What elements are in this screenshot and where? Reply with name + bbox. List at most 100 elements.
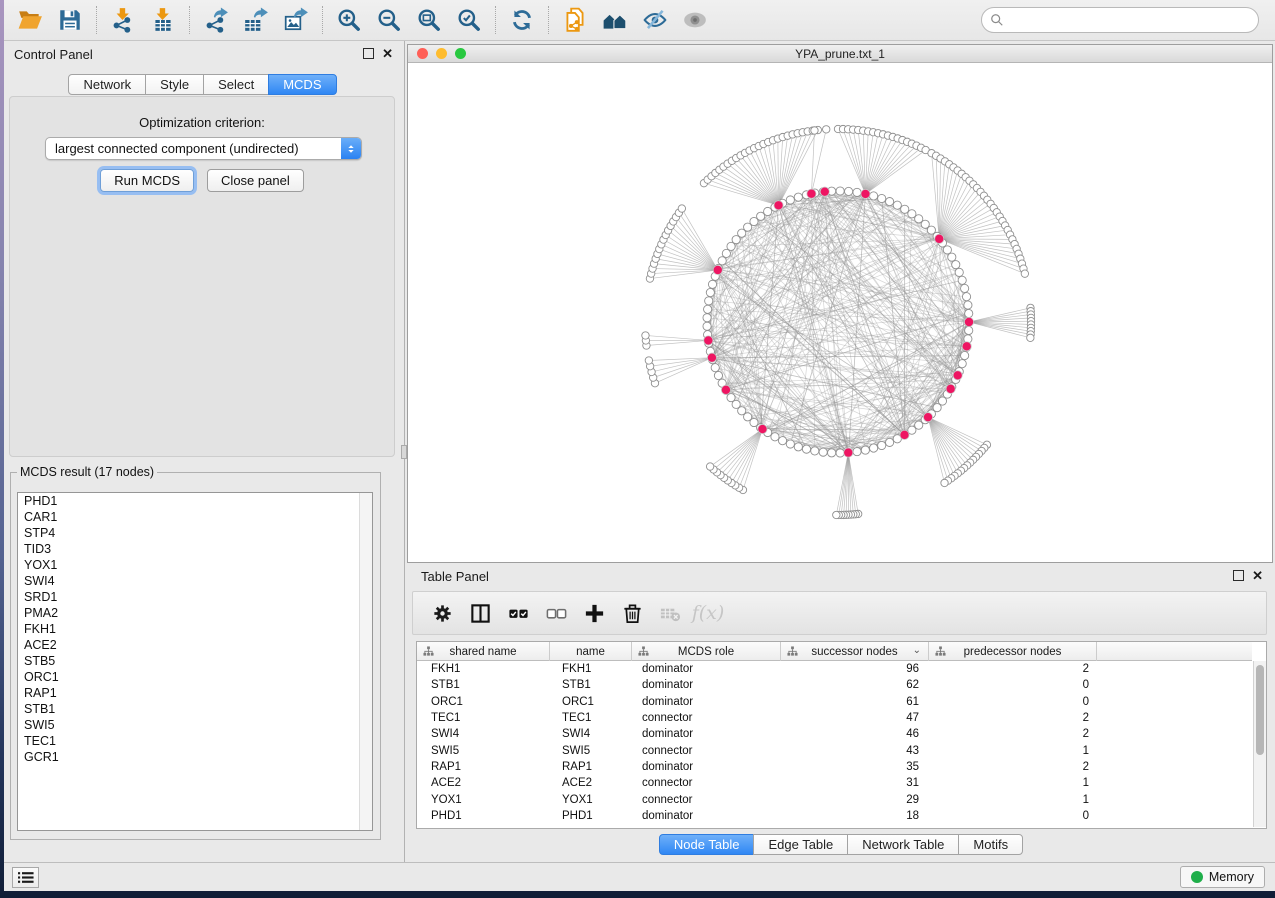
- zoom-out-button[interactable]: [369, 3, 409, 37]
- tab-network[interactable]: Network: [68, 74, 146, 95]
- mcds-hub-node[interactable]: [861, 189, 870, 198]
- result-list-scrollbar[interactable]: [359, 493, 372, 830]
- tab-select[interactable]: Select: [203, 74, 269, 95]
- column-header-MCDS-role[interactable]: MCDS role: [632, 642, 781, 661]
- network-node[interactable]: [878, 441, 886, 449]
- table-row[interactable]: ACE2ACE2connector311: [417, 775, 1252, 791]
- show-columns-button[interactable]: [465, 597, 495, 629]
- network-node[interactable]: [714, 371, 722, 379]
- result-list-item[interactable]: TID3: [18, 541, 372, 557]
- table-settings-button[interactable]: [427, 597, 457, 629]
- network-leaf-node[interactable]: [642, 332, 649, 339]
- mcds-result-list[interactable]: PHD1CAR1STP4TID3YOX1SWI4SRD1PMA2FKH1ACE2…: [17, 492, 373, 831]
- network-window-titlebar[interactable]: YPA_prune.txt_1: [408, 45, 1272, 63]
- import-table-button[interactable]: [143, 3, 183, 37]
- network-canvas[interactable]: [408, 63, 1272, 562]
- network-node[interactable]: [943, 246, 951, 254]
- network-node[interactable]: [844, 187, 852, 195]
- network-leaf-node[interactable]: [645, 357, 652, 364]
- result-list-item[interactable]: STP4: [18, 525, 372, 541]
- network-leaf-node[interactable]: [823, 126, 830, 133]
- table-row[interactable]: FKH1FKH1dominator962: [417, 661, 1252, 677]
- mcds-hub-node[interactable]: [935, 234, 944, 243]
- search-input[interactable]: [1009, 13, 1239, 27]
- network-node[interactable]: [711, 364, 719, 372]
- network-node[interactable]: [764, 207, 772, 215]
- table-scrollbar[interactable]: [1253, 661, 1266, 827]
- table-panel-close-icon[interactable]: ✕: [1252, 570, 1263, 581]
- network-leaf-node[interactable]: [941, 479, 948, 486]
- mcds-hub-node[interactable]: [807, 189, 816, 198]
- result-list-item[interactable]: TEC1: [18, 733, 372, 749]
- network-node[interactable]: [794, 443, 802, 451]
- result-list-item[interactable]: STB5: [18, 653, 372, 669]
- search-box[interactable]: [981, 7, 1259, 33]
- network-node[interactable]: [836, 187, 844, 195]
- network-node[interactable]: [718, 257, 726, 265]
- network-node[interactable]: [948, 253, 956, 261]
- network-node[interactable]: [802, 445, 810, 453]
- network-node[interactable]: [958, 360, 966, 368]
- network-node[interactable]: [703, 314, 711, 322]
- network-node[interactable]: [965, 309, 973, 317]
- mcds-hub-node[interactable]: [721, 385, 730, 394]
- tab-mcds[interactable]: MCDS: [268, 74, 336, 95]
- network-leaf-node[interactable]: [811, 127, 818, 134]
- network-node[interactable]: [885, 197, 893, 205]
- import-network-button[interactable]: [103, 3, 143, 37]
- close-panel-button[interactable]: Close panel: [207, 169, 304, 192]
- network-node[interactable]: [704, 305, 712, 313]
- result-list-item[interactable]: PMA2: [18, 605, 372, 621]
- control-panel-float-icon[interactable]: [363, 48, 374, 59]
- result-list-item[interactable]: ORC1: [18, 669, 372, 685]
- save-session-button[interactable]: [50, 3, 90, 37]
- network-node[interactable]: [705, 297, 713, 305]
- result-list-item[interactable]: ACE2: [18, 637, 372, 653]
- network-node[interactable]: [965, 326, 973, 334]
- network-node[interactable]: [811, 447, 819, 455]
- add-column-button[interactable]: [579, 597, 609, 629]
- mcds-hub-node[interactable]: [946, 384, 955, 393]
- table-row[interactable]: YOX1YOX1connector291: [417, 791, 1252, 807]
- result-list-item[interactable]: GCR1: [18, 749, 372, 765]
- first-neighbors-button[interactable]: [595, 3, 635, 37]
- delete-column-button[interactable]: [617, 597, 647, 629]
- network-node[interactable]: [778, 437, 786, 445]
- scrollbar-thumb[interactable]: [1256, 665, 1264, 755]
- tab-style[interactable]: Style: [145, 74, 204, 95]
- result-list-item[interactable]: CAR1: [18, 509, 372, 525]
- result-list-item[interactable]: PHD1: [18, 493, 372, 509]
- network-node[interactable]: [870, 192, 878, 200]
- result-list-item[interactable]: FKH1: [18, 621, 372, 637]
- task-history-button[interactable]: [12, 867, 39, 888]
- network-node[interactable]: [952, 261, 960, 269]
- network-node[interactable]: [955, 268, 963, 276]
- result-list-item[interactable]: STB1: [18, 701, 372, 717]
- network-node[interactable]: [853, 188, 861, 196]
- tab-node-table[interactable]: Node Table: [659, 834, 755, 855]
- open-file-button[interactable]: [10, 3, 50, 37]
- result-list-item[interactable]: RAP1: [18, 685, 372, 701]
- mcds-hub-node[interactable]: [844, 448, 853, 457]
- network-node[interactable]: [757, 212, 765, 220]
- hide-selected-button[interactable]: [635, 3, 675, 37]
- network-leaf-node[interactable]: [1021, 270, 1028, 277]
- network-node[interactable]: [853, 448, 861, 456]
- table-row[interactable]: TEC1TEC1connector472: [417, 710, 1252, 726]
- network-node[interactable]: [786, 196, 794, 204]
- network-node[interactable]: [961, 351, 969, 359]
- table-row[interactable]: SWI5SWI5connector431: [417, 742, 1252, 758]
- column-header-name[interactable]: name: [550, 642, 632, 661]
- network-node[interactable]: [706, 288, 714, 296]
- network-node[interactable]: [836, 449, 844, 457]
- mcds-hub-node[interactable]: [900, 430, 909, 439]
- select-all-button[interactable]: [503, 597, 533, 629]
- network-leaf-node[interactable]: [678, 205, 685, 212]
- network-node[interactable]: [786, 440, 794, 448]
- clone-network-button[interactable]: [555, 3, 595, 37]
- network-node[interactable]: [964, 301, 972, 309]
- table-row[interactable]: SWI4SWI4dominator462: [417, 726, 1252, 742]
- mcds-hub-node[interactable]: [704, 336, 713, 345]
- network-node[interactable]: [958, 276, 966, 284]
- network-node[interactable]: [878, 194, 886, 202]
